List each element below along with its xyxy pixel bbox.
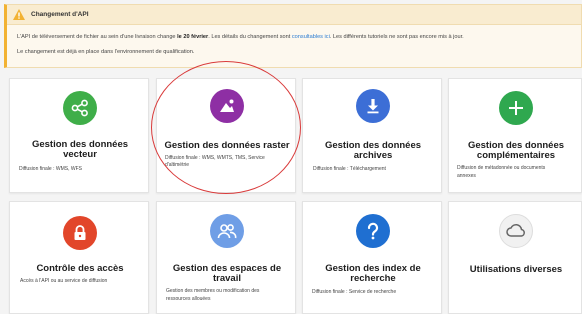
plus-icon [509, 101, 523, 115]
warning-icon [13, 9, 25, 20]
alert-title: Changement d'API [31, 11, 89, 18]
card-icon-circle [499, 91, 533, 125]
card-icon-circle [63, 91, 97, 125]
card-complementary-data[interactable]: Gestion des données complémentaires Diff… [448, 78, 582, 193]
card-title-line2: recherche [350, 273, 396, 284]
alert-text: . Les différents tutoriels ne sont pas e… [329, 34, 464, 40]
card-description-line2: ressources allouées [166, 296, 211, 302]
card-title: Contrôle des accès [36, 263, 124, 274]
card-title: Utilisations diverses [469, 264, 563, 275]
image-icon [220, 99, 234, 112]
card-icon-circle [356, 89, 390, 123]
card-raster-data[interactable]: Gestion des données raster Diffusion fin… [156, 78, 296, 193]
card-title-line2: travail [213, 273, 241, 284]
card-description: Diffusion finale : WMS, WFS [19, 166, 82, 172]
share-icon [71, 99, 88, 117]
card-icon-circle [63, 216, 97, 250]
card-description: Diffusion finale : Service de recherche [312, 289, 397, 295]
card-archive-data[interactable]: Gestion des données archives Diffusion f… [302, 78, 442, 193]
card-description-line2: annexes [457, 173, 476, 179]
alert-note: Le changement est déjà en place dans l'e… [17, 49, 195, 55]
card-description: Diffusion finale : WMS, WMTS, TMS, Servi… [165, 155, 265, 161]
card-title-line2: archives [353, 150, 393, 161]
card-description: Accès à l'API ou au service de diffusion [20, 278, 108, 284]
card-icon-circle [210, 89, 244, 123]
card-title-line2: complémentaires [476, 150, 556, 161]
card-icon-circle [499, 214, 533, 248]
card-description: Diffusion finale : Téléchargement [313, 166, 386, 172]
card-description-line2: d'altimétrie [165, 162, 190, 168]
card-title: Gestion des données raster [164, 140, 290, 151]
cloud-icon [506, 223, 525, 237]
card-search-index[interactable]: Gestion des index de recherche Diffusion… [302, 201, 442, 314]
card-misc-uses[interactable]: Utilisations diverses [448, 201, 582, 314]
card-description: Gestion des membres ou modification des [166, 288, 260, 294]
download-icon [367, 99, 379, 114]
alert-date: le 20 février [177, 34, 209, 40]
card-icon-circle [356, 214, 390, 248]
card-workspaces[interactable]: Gestion des espaces de travail Gestion d… [156, 201, 296, 314]
api-change-alert: Changement d'API L'API de téléversement … [4, 4, 582, 68]
details-link[interactable]: consultables ici [292, 34, 330, 40]
alert-message: L'API de téléversement de fichier au sei… [7, 34, 581, 40]
alert-text: L'API de téléversement de fichier au sei… [17, 34, 178, 40]
card-description: Diffusion de métadonnée ou documents [457, 165, 546, 171]
card-icon-circle [210, 214, 244, 248]
card-access-control[interactable]: Contrôle des accès Accès à l'API ou au s… [9, 201, 149, 314]
alert-text: . Les détails du changement sont [208, 34, 292, 40]
users-icon [217, 224, 237, 239]
question-icon [367, 222, 379, 240]
card-vector-data[interactable]: Gestion des données vecteur Diffusion fi… [9, 78, 149, 193]
alert-header: Changement d'API [7, 5, 581, 25]
card-title-line2: vecteur [63, 149, 97, 160]
lock-icon [74, 225, 86, 240]
